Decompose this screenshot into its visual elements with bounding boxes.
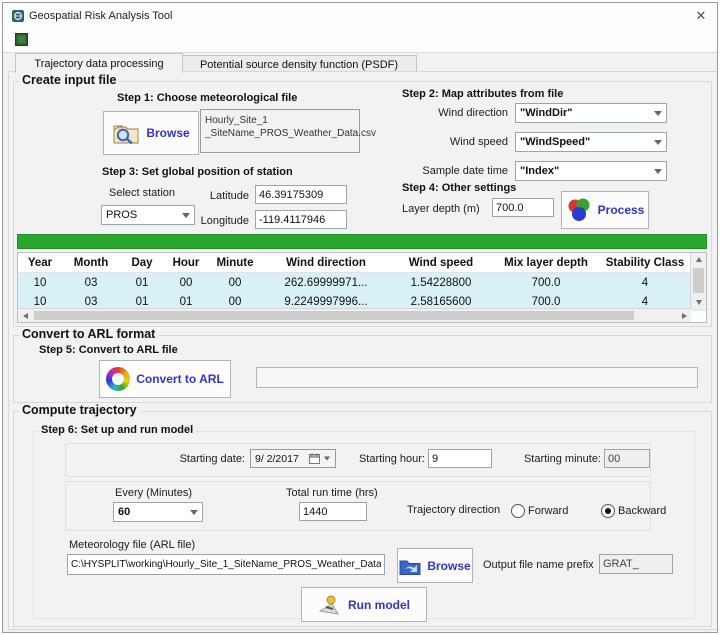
vertical-scroll-thumb[interactable]: [693, 268, 704, 293]
compute-trajectory-group-label: Compute trajectory: [19, 403, 140, 417]
vertical-scrollbar[interactable]: [690, 253, 706, 309]
calendar-icon: [309, 453, 320, 464]
wind-direction-label: Wind direction: [400, 107, 508, 119]
longitude-label: Longitude: [175, 215, 249, 227]
layer-depth-label: Layer depth (m): [402, 203, 480, 215]
starting-minute-label: Starting minute:: [517, 453, 601, 465]
app-icon: [11, 9, 25, 23]
close-icon[interactable]: ✕: [687, 5, 715, 26]
step4-title: Step 4: Other settings: [400, 182, 518, 194]
scroll-down-icon[interactable]: [691, 296, 706, 309]
starting-hour-input[interactable]: [428, 449, 492, 468]
met-arl-file-label: Meteorology file (ARL file): [69, 539, 195, 551]
met-file-name-label: Hourly_Site_1 _SiteName_PROS_Weather_Dat…: [200, 109, 360, 153]
radio-backward[interactable]: [601, 504, 615, 518]
process-rgb-icon: [566, 197, 592, 223]
create-input-group-label: Create input file: [19, 73, 119, 87]
step5-title: Step 5: Convert to ARL file: [37, 344, 180, 356]
select-station-label: Select station: [109, 187, 175, 199]
wind-speed-label: Wind speed: [400, 136, 508, 148]
step1-title: Step 1: Choose meteorological file: [115, 92, 299, 104]
step2-title: Step 2: Map attributes from file: [400, 88, 565, 100]
layer-depth-input[interactable]: [492, 198, 554, 217]
wind-direction-select[interactable]: "WindDir": [515, 103, 667, 123]
met-arl-file-input[interactable]: [67, 554, 385, 575]
starting-date-picker[interactable]: 9/ 2/2017: [250, 449, 336, 468]
radio-forward[interactable]: [511, 504, 525, 518]
browse-arl-label: Browse: [427, 559, 470, 573]
step6-title: Step 6: Set up and run model: [39, 424, 195, 436]
dropdown-caret-icon: [654, 111, 662, 116]
dropdown-caret-icon: [324, 457, 330, 461]
scroll-left-icon[interactable]: [18, 309, 32, 322]
process-button[interactable]: Process: [561, 191, 649, 229]
app-window: Geospatial Risk Analysis Tool ✕ About He…: [2, 2, 718, 633]
dropdown-caret-icon: [654, 169, 662, 174]
every-minutes-label: Every (Minutes): [115, 487, 192, 499]
convert-to-arl-button[interactable]: Convert to ARL: [99, 360, 231, 398]
table-header-row: Year Month Day Hour Minute Wind directio…: [18, 253, 706, 273]
wind-speed-select[interactable]: "WindSpeed": [515, 132, 667, 152]
window-title: Geospatial Risk Analysis Tool: [29, 10, 172, 22]
forward-label: Forward: [528, 505, 568, 517]
folder-search-icon: [112, 121, 140, 145]
starting-hour-label: Starting hour:: [351, 453, 425, 465]
title-bar: Geospatial Risk Analysis Tool ✕: [3, 3, 717, 30]
longitude-input[interactable]: [255, 210, 347, 229]
browse-arl-file-button[interactable]: Browse: [397, 548, 473, 583]
process-label: Process: [598, 203, 645, 217]
total-run-time-input[interactable]: [299, 502, 367, 521]
table-row[interactable]: 10 03 01 00 00 262.69999971... 1.5422880…: [18, 273, 706, 292]
dropdown-caret-icon: [190, 510, 198, 515]
sample-date-time-label: Sample date time: [400, 165, 508, 177]
tab-trajectory-data-processing[interactable]: Trajectory data processing: [15, 53, 183, 73]
about-icon: [15, 33, 28, 46]
latitude-label: Latitude: [175, 190, 249, 202]
starting-date-label: Starting date:: [161, 453, 245, 465]
process-progress-bar: [17, 234, 707, 249]
total-run-time-label: Total run time (hrs): [286, 487, 378, 499]
output-prefix-label: Output file name prefix: [483, 559, 594, 571]
met-file-line1: Hourly_Site_1: [205, 114, 355, 127]
browse-met-file-button[interactable]: Browse: [103, 111, 199, 155]
scroll-up-icon[interactable]: [691, 253, 706, 266]
horizontal-scrollbar[interactable]: [18, 308, 691, 322]
convert-progress-bar: [256, 367, 698, 388]
convert-to-arl-label: Convert to ARL: [136, 372, 224, 386]
step3-title: Step 3: Set global position of station: [100, 166, 295, 178]
output-prefix-input[interactable]: [599, 554, 673, 574]
trajectory-direction-label: Trajectory direction: [407, 504, 500, 516]
convert-ring-icon: [106, 367, 130, 391]
latitude-input[interactable]: [255, 185, 347, 204]
menu-bar: About Help: [3, 29, 717, 53]
run-model-label: Run model: [348, 598, 410, 612]
scroll-right-icon[interactable]: [677, 309, 691, 322]
every-minutes-select[interactable]: 60: [113, 502, 203, 522]
backward-label: Backward: [618, 505, 666, 517]
met-file-line2: _SiteName_PROS_Weather_Data.csv: [205, 127, 355, 140]
browse-met-file-label: Browse: [146, 126, 189, 140]
weather-data-table: Year Month Day Hour Minute Wind directio…: [17, 252, 707, 323]
run-model-icon: [318, 594, 342, 616]
sample-date-time-select[interactable]: "Index": [515, 161, 667, 181]
run-model-button[interactable]: Run model: [301, 587, 427, 622]
horizontal-scroll-thumb[interactable]: [34, 311, 634, 320]
starting-minute-input: [604, 449, 650, 468]
folder-browse-icon: [399, 557, 421, 575]
convert-arl-group-label: Convert to ARL format: [19, 327, 158, 341]
dropdown-caret-icon: [654, 140, 662, 145]
